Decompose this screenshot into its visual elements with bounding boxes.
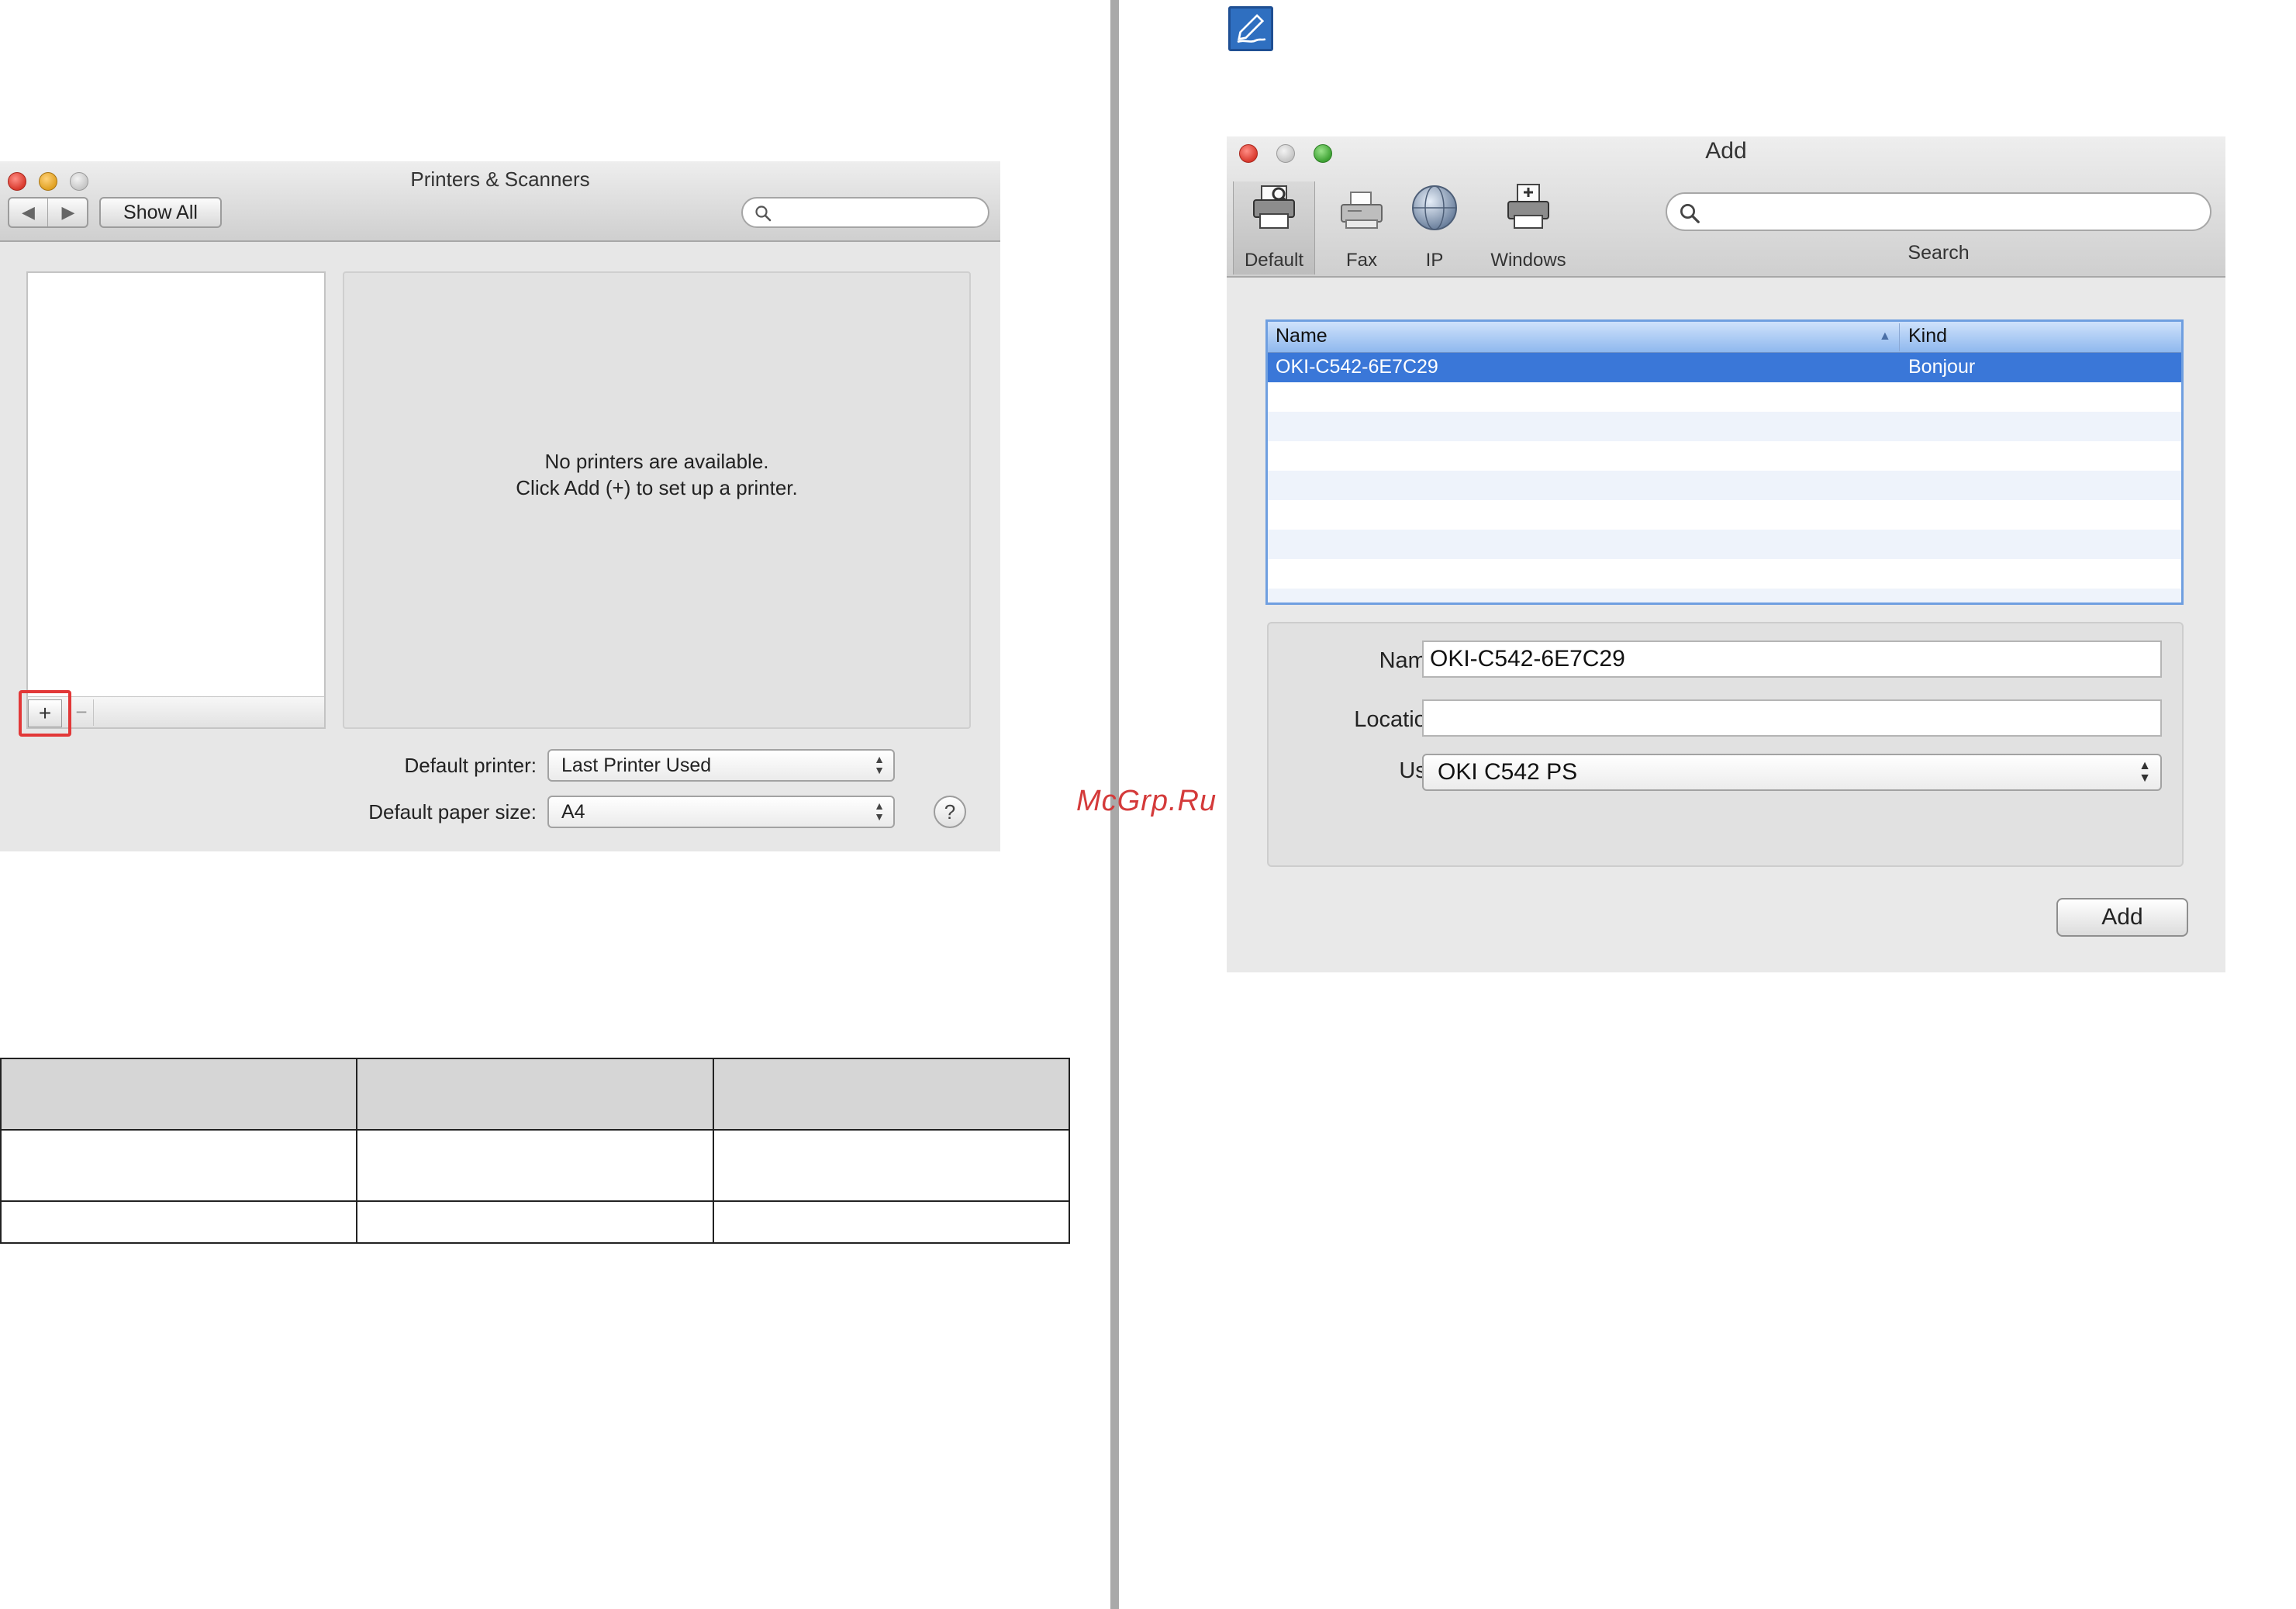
printer-browser-table[interactable]: Name ▲ Kind OKI-C542-6E7C29 Bonjour bbox=[1265, 319, 2184, 605]
info-table bbox=[0, 1058, 1070, 1244]
globe-icon bbox=[1412, 185, 1457, 230]
window-title: Add bbox=[1705, 138, 1747, 164]
table-header: Name ▲ Kind bbox=[1268, 322, 2181, 353]
toolbar-default-tab[interactable]: Default bbox=[1233, 181, 1315, 274]
table-header-cell bbox=[357, 1059, 714, 1131]
printers-scanners-window: Printers & Scanners ◀ ▶ Show All + − No … bbox=[0, 161, 1000, 851]
location-field[interactable] bbox=[1422, 699, 2162, 737]
empty-row-stripe bbox=[1268, 589, 2181, 603]
sort-ascending-icon: ▲ bbox=[1879, 330, 1891, 343]
row-name-cell: OKI-C542-6E7C29 bbox=[1276, 356, 1438, 378]
default-paper-size-label: Default paper size: bbox=[368, 800, 537, 823]
add-printer-hint: Click Add (+) to set up a printer. bbox=[516, 476, 798, 499]
toolbar-separator bbox=[93, 699, 94, 726]
table-cell bbox=[2, 1202, 357, 1242]
printer-icon bbox=[1253, 185, 1295, 229]
back-forward-control: ◀ ▶ bbox=[8, 197, 88, 228]
remove-printer-button[interactable]: − bbox=[71, 698, 91, 726]
table-cell bbox=[2, 1131, 357, 1202]
printer-details-form: Name: OKI-C542-6E7C29 Location: Use: OKI… bbox=[1267, 622, 2184, 867]
printer-list[interactable] bbox=[26, 271, 326, 698]
watermark: McGrp.Ru bbox=[1076, 785, 1217, 817]
row-kind-cell: Bonjour bbox=[1908, 356, 1976, 378]
default-printer-select[interactable]: Last Printer Used ▲ ▼ bbox=[547, 749, 895, 782]
default-paper-size-value: A4 bbox=[561, 801, 585, 823]
search-label: Search bbox=[1908, 242, 1970, 264]
table-row[interactable]: OKI-C542-6E7C29 Bonjour bbox=[1268, 353, 2181, 382]
windows-printer-icon bbox=[1507, 184, 1549, 229]
search-input[interactable] bbox=[741, 197, 989, 228]
search-icon bbox=[1680, 204, 1700, 223]
table-cell bbox=[357, 1131, 714, 1202]
column-separator bbox=[1899, 323, 1900, 351]
help-button[interactable]: ? bbox=[934, 796, 966, 828]
toolbar-default-label: Default bbox=[1244, 250, 1304, 271]
search-icon bbox=[755, 205, 772, 222]
default-printer-label: Default printer: bbox=[404, 754, 537, 777]
toolbar-windows-label: Windows bbox=[1490, 250, 1566, 271]
window-title: Printers & Scanners bbox=[410, 167, 590, 191]
window-titlebar: Add Default Fax IP Windows Search bbox=[1227, 136, 2225, 278]
chevron-updown-icon: ▲ ▼ bbox=[874, 753, 885, 776]
table-cell bbox=[714, 1202, 1069, 1242]
column-header-name[interactable]: Name bbox=[1276, 325, 1328, 347]
note-pencil-icon bbox=[1228, 6, 1273, 51]
forward-button[interactable]: ▶ bbox=[49, 199, 88, 226]
default-printer-value: Last Printer Used bbox=[561, 754, 712, 776]
table-cell bbox=[357, 1202, 714, 1242]
table-header-cell bbox=[2, 1059, 357, 1131]
show-all-button[interactable]: Show All bbox=[99, 197, 222, 228]
printer-detail-pane: No printers are available. Click Add (+)… bbox=[343, 271, 971, 729]
add-printer-window: Add Default Fax IP Windows Search Name ▲… bbox=[1227, 136, 2225, 972]
table-header-cell bbox=[714, 1059, 1069, 1131]
toolbar-ip-tab[interactable]: IP bbox=[1402, 181, 1467, 274]
empty-row-stripe bbox=[1268, 471, 2181, 500]
column-header-kind[interactable]: Kind bbox=[1908, 325, 1947, 347]
driver-select-value: OKI C542 PS bbox=[1438, 759, 1578, 785]
chevron-updown-icon: ▲ ▼ bbox=[2139, 759, 2151, 785]
chevron-updown-icon: ▲ ▼ bbox=[874, 799, 885, 823]
no-printers-message: No printers are available. bbox=[544, 450, 769, 473]
toolbar-fax-tab[interactable]: Fax bbox=[1323, 181, 1400, 274]
name-field[interactable]: OKI-C542-6E7C29 bbox=[1422, 640, 2162, 678]
add-printer-button[interactable]: + bbox=[28, 699, 62, 727]
empty-row-stripe bbox=[1268, 412, 2181, 441]
back-button[interactable]: ◀ bbox=[9, 199, 48, 226]
driver-select[interactable]: OKI C542 PS ▲ ▼ bbox=[1422, 754, 2162, 791]
window-titlebar: Printers & Scanners ◀ ▶ Show All bbox=[0, 161, 1000, 242]
add-printer-highlight: + bbox=[19, 690, 71, 737]
empty-row-stripe bbox=[1268, 530, 2181, 559]
default-paper-size-select[interactable]: A4 ▲ ▼ bbox=[547, 796, 895, 828]
fax-icon bbox=[1341, 192, 1383, 229]
toolbar-fax-label: Fax bbox=[1345, 250, 1377, 271]
add-button[interactable]: Add bbox=[2056, 898, 2188, 937]
toolbar-ip-label: IP bbox=[1425, 250, 1444, 271]
table-cell bbox=[714, 1131, 1069, 1202]
printer-search-input[interactable] bbox=[1666, 192, 2211, 231]
toolbar-windows-tab[interactable]: Windows bbox=[1470, 181, 1586, 274]
